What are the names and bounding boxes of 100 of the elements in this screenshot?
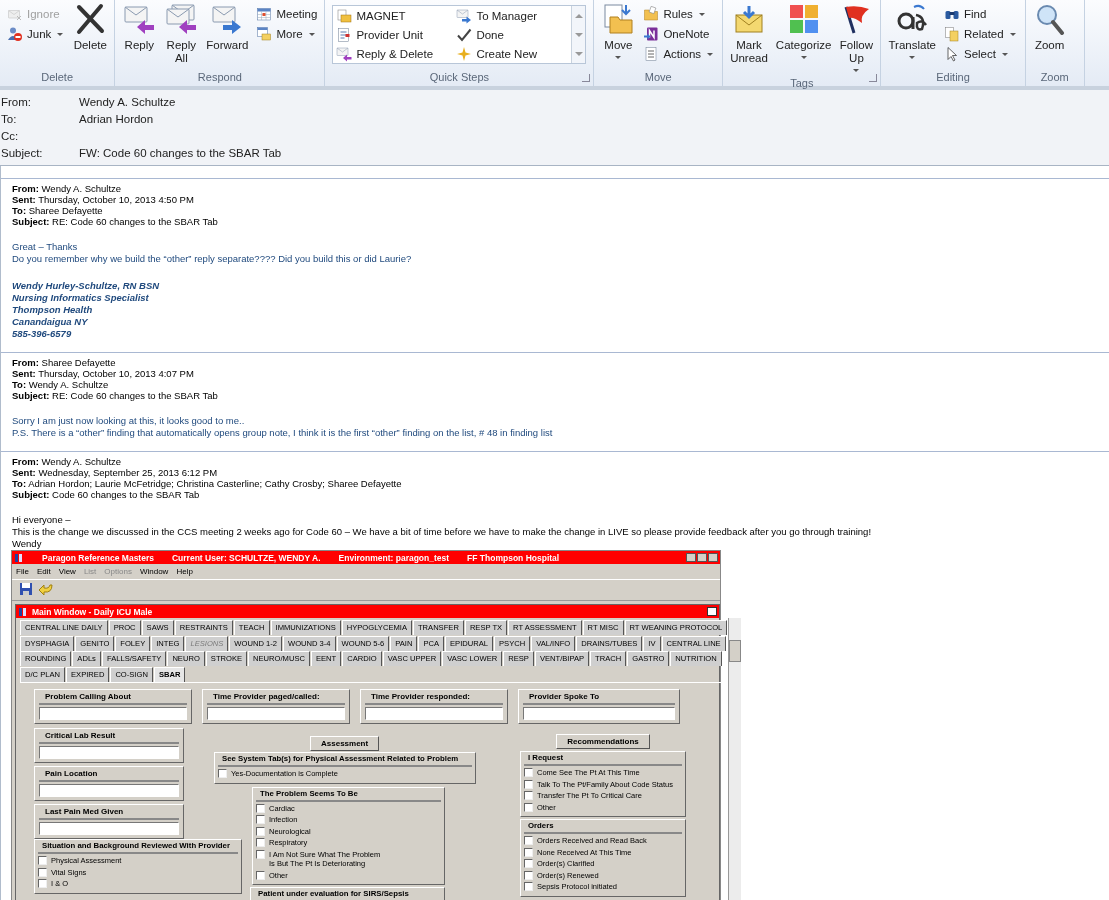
checkbox[interactable] [256,838,265,847]
quick-step[interactable]: Provider Unit [333,25,454,44]
checkbox[interactable] [38,856,47,865]
ribbon-button[interactable]: Translate [886,3,938,63]
message-header: Subject: RE: Code 60 changes to the SBAR Tab [12,216,219,227]
caret-icon [698,12,705,16]
message-header: Sent: Wednesday, September 25, 2013 6:12 PM [12,467,219,478]
assessment-button[interactable]: Assessment [310,736,380,751]
quick-step[interactable]: To Manager [453,6,572,25]
signature-line: 585-396-6579 [12,328,73,340]
checkbox[interactable] [38,867,47,877]
group-label: Editing [935,70,971,85]
input-field[interactable] [39,822,179,835]
field-label: Pain Location [39,768,179,782]
checkbox[interactable] [524,870,533,880]
quick-step[interactable]: Reply & Delete [333,44,454,63]
recommendations-button[interactable]: Recommendations [556,734,650,749]
ribbon-button[interactable]: OneNote [641,25,718,43]
menu-item[interactable]: Window [139,567,169,576]
ribbon-button[interactable]: Reply [120,3,159,52]
caret-icon [1001,52,1008,56]
ribbon-button[interactable]: Delete [71,3,110,52]
ribbon-button[interactable]: Forward [204,3,251,52]
user-block-icon [7,26,23,42]
color-grid-icon [787,3,820,35]
message-header: From: Wendy A. Schultze [12,456,123,467]
checkbox[interactable] [256,849,265,859]
ribbon-button[interactable]: Reply All [162,3,201,65]
delete-icon [74,3,107,35]
input-field[interactable] [39,707,187,720]
ribbon-button[interactable]: Categorize [773,3,834,63]
input-field[interactable] [207,707,345,720]
input-field[interactable] [39,784,179,797]
message-text: Sorry I am just now looking at this, it looks good to me.. [12,415,246,427]
scroll-up-icon[interactable] [574,13,583,18]
quick-step[interactable]: MAGNET [333,6,454,25]
input-field[interactable] [523,707,675,720]
menu-item[interactable]: View [58,567,76,576]
ribbon-button[interactable]: Follow Up [837,3,876,76]
message-text: This is the change we discussed in the CCS meeting 2 weeks ago for Code 60 – We have a bit of time before we have to make the change in LIVE so please provide feedback after you go through training! [12,526,873,538]
caret-icon [1009,32,1016,36]
checkbox[interactable] [256,826,265,836]
checkbox[interactable] [524,859,533,868]
dialog-launcher-icon[interactable] [582,74,591,82]
ribbon-button[interactable]: Actions [641,45,718,63]
ribbon-button[interactable]: Select [942,45,1020,63]
caret-icon [853,69,860,72]
ribbon-button[interactable]: Rules [641,5,718,23]
menu-item[interactable]: File [16,567,29,576]
message-header: To: Adrian Hordon; Laurie McFetridge; Christina Casterline; Cathy Crosby; Sharee Defayette [12,478,403,489]
note-icon [643,26,660,42]
checkbox[interactable] [256,815,265,824]
window-title: FF Thompson Hospital [467,552,560,563]
checkbox[interactable] [524,768,533,777]
app-icon [14,552,24,563]
message-header: Sent: Thursday, October 10, 2013 4:07 PM [12,368,195,379]
checkbox[interactable] [524,779,533,789]
group-label: Delete [40,70,75,85]
quick-step[interactable]: Create New [453,44,572,63]
window-title: Main Window - Daily ICU Male [32,606,153,617]
header-label: Cc: [0,129,20,144]
dialog-launcher-icon[interactable] [869,74,878,82]
group-label: Quick Steps [428,70,491,85]
expand-icon[interactable] [574,51,583,56]
ribbon-button[interactable]: Mark Unread [728,3,770,65]
checkbox[interactable] [256,870,265,880]
checkbox[interactable] [524,791,533,800]
menu-item[interactable]: Edit [36,567,51,576]
menu-item[interactable]: Help [176,567,193,576]
checkbox[interactable] [524,847,533,857]
group-label: Respond [196,70,243,85]
checkbox[interactable] [524,802,533,812]
message-header: Sent: Thursday, October 10, 2013 4:50 PM [12,194,195,205]
message-header: From: Wendy A. Schultze [12,183,123,194]
ribbon-button[interactable]: Junk [5,25,68,43]
ribbon-button[interactable]: More [254,25,320,43]
message-text: Great – Thanks [12,241,79,253]
quick-step[interactable]: Done [453,25,572,44]
signature-line: Wendy Hurley-Schultze, RN BSN [12,280,161,292]
field-label: Last Pain Med Given [39,806,179,820]
input-field[interactable] [365,707,503,720]
input-field[interactable] [39,746,179,759]
group-label: Move [643,70,673,85]
ribbon-button[interactable]: Zoom [1030,3,1069,52]
ribbon-button[interactable]: Meeting [254,5,320,23]
checkbox[interactable] [38,879,47,888]
ribbon-button[interactable]: Related [942,25,1020,43]
save-icon[interactable] [18,581,34,597]
scrollbar[interactable] [728,618,742,900]
message-text: Do you remember why we build the “other” reply separate???? Did you build this or did Laurie? [12,253,413,265]
checkbox[interactable] [218,769,227,778]
reply-icon [123,3,156,35]
caret-icon [615,56,622,59]
checkbox[interactable] [256,803,265,813]
ribbon-button[interactable]: Move [599,3,638,63]
scroll-down-icon[interactable] [574,32,583,37]
checkbox[interactable] [524,882,533,891]
checkbox[interactable] [524,836,533,845]
message-text: Wendy [12,538,43,550]
ribbon-button[interactable]: Find [942,5,1020,23]
